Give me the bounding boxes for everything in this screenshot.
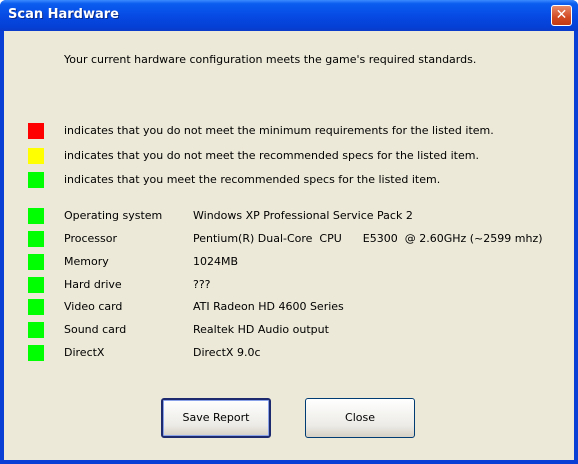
value-processor: Pentium(R) Dual-Core CPU E5300 @ 2.60GHz… bbox=[193, 232, 543, 245]
scan-hardware-window: Scan Hardware ✕ Your current hardware co… bbox=[0, 0, 578, 464]
window-bottom-border bbox=[0, 460, 578, 464]
status-os bbox=[28, 208, 44, 224]
value-video-card: ATI Radeon HD 4600 Series bbox=[193, 300, 344, 313]
status-video-card bbox=[28, 299, 44, 315]
status-memory bbox=[28, 254, 44, 270]
window-title: Scan Hardware bbox=[8, 7, 120, 22]
legend-yellow-swatch bbox=[28, 148, 44, 164]
close-button[interactable]: Close bbox=[305, 398, 415, 438]
value-directx: DirectX 9.0c bbox=[193, 346, 261, 359]
status-processor bbox=[28, 231, 44, 247]
value-memory: 1024MB bbox=[193, 255, 239, 268]
label-sound-card: Sound card bbox=[64, 323, 127, 336]
dialog-body: Your current hardware configuration meet… bbox=[4, 31, 574, 460]
label-memory: Memory bbox=[64, 255, 109, 268]
legend-green-text: indicates that you meet the recommended … bbox=[64, 173, 441, 186]
legend-green-swatch bbox=[28, 172, 44, 188]
label-video-card: Video card bbox=[64, 300, 123, 313]
label-hard-drive: Hard drive bbox=[64, 278, 122, 291]
label-operating-system: Operating system bbox=[64, 209, 163, 222]
value-sound-card: Realtek HD Audio output bbox=[193, 323, 329, 336]
title-bar[interactable]: Scan Hardware ✕ bbox=[0, 0, 578, 31]
status-hard-drive bbox=[28, 277, 44, 293]
close-icon: ✕ bbox=[555, 7, 568, 23]
status-message: Your current hardware configuration meet… bbox=[64, 53, 477, 66]
legend-yellow-text: indicates that you do not meet the recom… bbox=[64, 149, 479, 162]
close-window-button[interactable]: ✕ bbox=[551, 5, 572, 26]
legend-red-text: indicates that you do not meet the minim… bbox=[64, 124, 494, 137]
save-report-button[interactable]: Save Report bbox=[161, 398, 271, 438]
status-directx bbox=[28, 345, 44, 361]
legend-red-swatch bbox=[28, 123, 44, 139]
label-processor: Processor bbox=[64, 232, 117, 245]
status-sound-card bbox=[28, 322, 44, 338]
label-directx: DirectX bbox=[64, 346, 105, 359]
value-operating-system: Windows XP Professional Service Pack 2 bbox=[193, 209, 413, 222]
value-hard-drive: ??? bbox=[193, 278, 211, 291]
